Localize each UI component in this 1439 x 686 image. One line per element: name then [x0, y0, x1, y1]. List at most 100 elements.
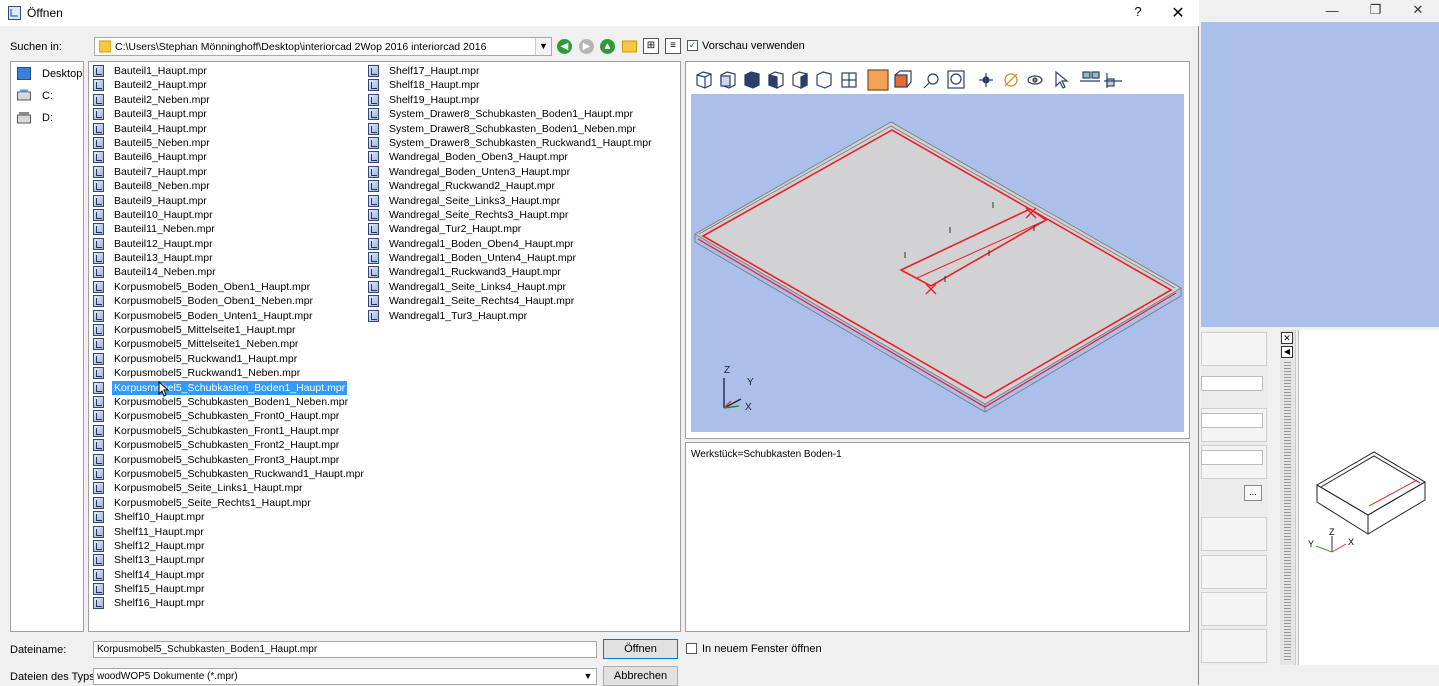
- mpr-file-icon: [93, 136, 104, 149]
- mpr-file-icon: [368, 108, 379, 121]
- mpr-file-icon: [93, 93, 104, 106]
- close-button[interactable]: ✕: [1166, 3, 1190, 23]
- preview-checkbox-label: Vorschau verwenden: [702, 40, 805, 52]
- file-name: Bauteil7_Haupt.mpr: [114, 165, 207, 178]
- file-list[interactable]: Bauteil1_Haupt.mpr Bauteil2_Haupt.mpr Baut…: [88, 61, 681, 632]
- rotate-icon[interactable]: [1004, 73, 1018, 87]
- view-right-icon[interactable]: [792, 71, 808, 89]
- view-iso-icon[interactable]: [696, 71, 712, 89]
- view-icons-icon[interactable]: ⊞: [643, 38, 659, 54]
- view-back-icon[interactable]: [816, 71, 832, 89]
- zoom-in-icon[interactable]: [923, 73, 939, 89]
- file-name: Bauteil13_Haupt.mpr: [114, 252, 213, 265]
- file-name: Wandregal1_Tur3_Haupt.mpr: [389, 309, 528, 322]
- file-name: Korpusmobel5_Schubkasten_Front3_Haupt.mp…: [114, 453, 340, 466]
- forward-icon[interactable]: ▶: [579, 39, 594, 54]
- view-cube-icon[interactable]: [894, 70, 912, 88]
- chevron-down-icon[interactable]: ▼: [535, 38, 551, 55]
- mpr-file-icon: [368, 208, 379, 221]
- view-grid-icon[interactable]: [841, 72, 857, 88]
- mpr-file-icon: [93, 597, 104, 610]
- file-name: Shelf14_Haupt.mpr: [114, 568, 205, 581]
- file-name: Shelf10_Haupt.mpr: [114, 511, 205, 524]
- mpr-file-icon: [93, 496, 104, 509]
- file-name: Wandregal1_Boden_Oben4_Haupt.mpr: [389, 237, 574, 250]
- tool-b-icon[interactable]: [1104, 73, 1122, 88]
- view-list-icon[interactable]: ≡: [665, 38, 681, 54]
- drive-icon: [17, 112, 31, 124]
- minimize-icon[interactable]: —: [1326, 3, 1339, 18]
- mpr-file-icon: [93, 79, 104, 92]
- mpr-file-icon: [93, 395, 104, 408]
- mpr-file-icon: [368, 122, 379, 135]
- preview-3d-viewport[interactable]: Z Y X: [691, 94, 1184, 432]
- box-3d-icon: Z X Y: [1308, 451, 1426, 553]
- dock-grip[interactable]: [1284, 362, 1291, 662]
- close-icon[interactable]: ✕: [1413, 2, 1424, 18]
- tool-a-icon[interactable]: [1080, 71, 1100, 82]
- mpr-file-icon: [368, 252, 379, 265]
- file-name: Wandregal_Boden_Unten3_Haupt.mpr: [389, 165, 571, 178]
- file-name: Wandregal_Ruckwand2_Haupt.mpr: [389, 180, 555, 193]
- dock-close-icon[interactable]: ✕: [1281, 332, 1293, 344]
- place-label: D:: [42, 112, 53, 124]
- dock-pin-icon[interactable]: ◀: [1281, 346, 1293, 358]
- mpr-file-icon: [368, 266, 379, 279]
- help-button[interactable]: ?: [1128, 4, 1148, 22]
- up-folder-icon[interactable]: ▲: [600, 39, 615, 54]
- filename-input[interactable]: Korpusmobel5_Schubkasten_Boden1_Haupt.mp…: [93, 641, 597, 658]
- back-icon[interactable]: ◀: [557, 39, 572, 54]
- mpr-file-icon: [368, 165, 379, 178]
- chevron-down-icon[interactable]: ▼: [580, 669, 596, 684]
- background-panel-row: [1201, 517, 1267, 551]
- file-name: Bauteil2_Haupt.mpr: [114, 79, 207, 92]
- cancel-button[interactable]: Abbrechen: [603, 666, 678, 686]
- browse-button[interactable]: ...: [1244, 485, 1262, 501]
- file-name: Bauteil8_Neben.mpr: [114, 180, 210, 193]
- file-name: Bauteil5_Neben.mpr: [114, 136, 210, 149]
- new-folder-icon[interactable]: [622, 39, 637, 53]
- view-left-icon[interactable]: [768, 71, 784, 89]
- bg-axis-x: X: [1348, 537, 1354, 547]
- 3d-model-preview: Z Y X: [694, 121, 1182, 413]
- file-name: Shelf11_Haupt.mpr: [114, 525, 204, 538]
- mpr-file-icon: [368, 295, 379, 308]
- look-in-combobox[interactable]: C:\Users\Stephan Mönninghoff\Desktop\int…: [94, 37, 552, 56]
- file-name: Korpusmobel5_Schubkasten_Front2_Haupt.mp…: [114, 439, 340, 452]
- view-front-icon[interactable]: [720, 71, 736, 89]
- folder-icon: [99, 40, 111, 53]
- mpr-file-icon: [93, 583, 104, 596]
- orbit-icon[interactable]: [1027, 75, 1043, 85]
- file-name: Korpusmobel5_Mittelseite1_Haupt.mpr: [114, 324, 296, 337]
- file-name: Korpusmobel5_Boden_Unten1_Haupt.mpr: [114, 309, 313, 322]
- restore-icon[interactable]: ❐: [1370, 2, 1382, 18]
- mpr-file-icon: [368, 309, 379, 322]
- open-button[interactable]: Öffnen: [603, 639, 678, 659]
- mpr-file-icon: [93, 237, 104, 250]
- file-name: System_Drawer8_Schubkasten_Ruckwand1_Hau…: [389, 136, 652, 149]
- zoom-extents-icon[interactable]: [947, 70, 965, 89]
- mpr-file-icon: [93, 511, 104, 524]
- mpr-file-icon: [93, 367, 104, 380]
- file-name: Korpusmobel5_Schubkasten_Ruckwand1_Haupt…: [114, 467, 364, 480]
- preview-checkbox[interactable]: ✓: [687, 40, 698, 51]
- mpr-file-icon: [93, 439, 104, 452]
- mpr-file-icon: [93, 223, 104, 236]
- background-panel-input[interactable]: [1201, 450, 1263, 465]
- new-window-checkbox[interactable]: [686, 643, 697, 654]
- file-name: Korpusmobel5_Seite_Links1_Haupt.mpr: [114, 482, 303, 495]
- background-panel-input[interactable]: [1201, 413, 1263, 428]
- preview-toolbar: [696, 69, 1122, 91]
- file-name: Shelf13_Haupt.mpr: [114, 554, 205, 567]
- mpr-file-icon: [93, 410, 104, 423]
- render-mode-icon[interactable]: [867, 69, 889, 91]
- workpiece-info: Werkstück=Schubkasten Boden-1: [691, 449, 842, 460]
- background-panel-input[interactable]: [1201, 376, 1263, 391]
- pan-icon[interactable]: [979, 73, 993, 87]
- file-name: Wandregal_Tur2_Haupt.mpr: [389, 223, 522, 236]
- file-name: Bauteil11_Neben.mpr: [114, 223, 215, 236]
- filetype-combobox[interactable]: woodWOP5 Dokumente (*.mpr) ▼: [93, 668, 597, 685]
- filename-value: Korpusmobel5_Schubkasten_Boden1_Haupt.mp…: [97, 644, 318, 655]
- select-arrow-icon[interactable]: [1055, 70, 1069, 89]
- view-top-icon[interactable]: [744, 71, 760, 89]
